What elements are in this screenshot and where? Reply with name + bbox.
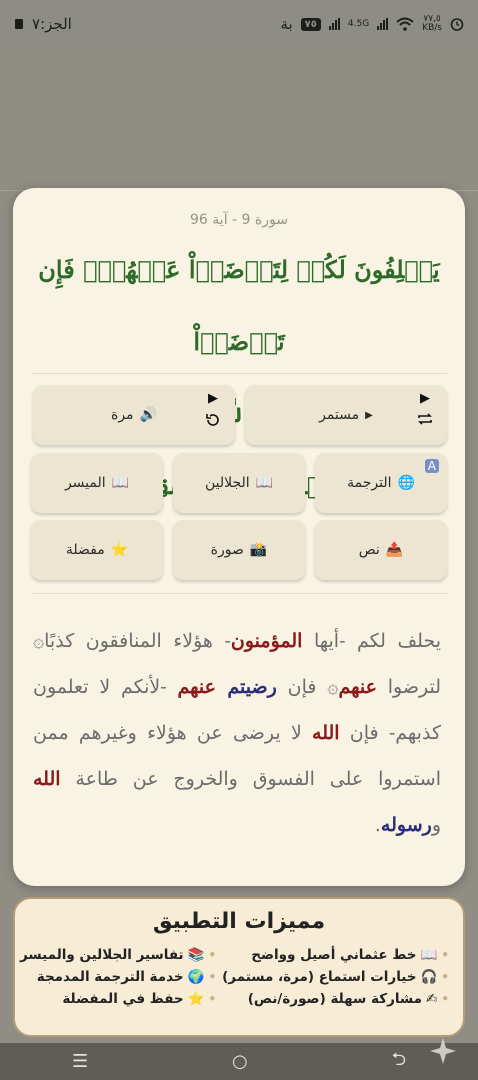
feature-text: حفظ في المفضلة [62,991,184,1007]
app-features-panel: مميزات التطبيق • 📖 خط عثماني أصيل وواضح • 📚… [13,897,465,1037]
ayah-reference: سورة 9 - آية 96 [190,212,288,228]
camera-icon: 📸 [249,542,268,558]
navigation-bar: ☰ ○ ⮌ [0,1043,478,1080]
back-icon[interactable]: ⮌ [392,1047,406,1077]
network-type: 4.5G [347,18,370,29]
continuous-controls: ▶ [417,391,433,426]
left-edge-text: بة [280,15,293,33]
tafsir-text: يحلف لكم -أيها المؤمنون- هؤلاء المنافقون… [33,618,441,848]
outbox-icon: 📤 [385,542,404,558]
feature-text: خدمة الترجمة المدمجة [36,969,184,985]
feature-item: • ⭐ حفظ في المفضلة [20,991,216,1007]
bullet-icon: • [441,948,449,962]
text-label: نص [358,542,380,558]
writing-hand-icon: ✍ [426,991,438,1007]
status-right: الجز:٧ [14,15,72,33]
status-left: بة ٧٥ 4.5G ٧٧,٥ KB/s [280,15,464,33]
translation-button[interactable]: A 🌐 الترجمة [315,453,447,513]
feature-item: • 🎧 خيارات استماع (مرة، مستمر) [222,969,449,985]
feature-item: • 📖 خط عثماني أصيل وواضح [222,947,449,963]
notification-icon [15,19,23,29]
tafsir-highlight: الله [312,722,340,744]
feature-text: خيارات استماع (مرة، مستمر) [222,969,417,985]
feature-item: • 🌍 خدمة الترجمة المدمجة [20,969,216,985]
alarm-icon [450,18,464,31]
play-continuous-button[interactable]: ▶ ▶ مستمر [245,385,447,445]
recent-apps-icon[interactable]: ☰ [72,1051,88,1072]
globe-icon: 🌐 [397,475,415,491]
translate-icon: A [424,459,439,473]
favorite-button[interactable]: ⭐ مفضلة [31,520,163,580]
tafsir-highlight: عنهم [177,676,216,698]
divider-bottom [31,593,447,594]
feature-item: • ✍ مشاركة سهلة (صورة/نص) [222,991,449,1007]
status-bar: بة ٧٥ 4.5G ٧٧,٥ KB/s الجز:٧ [0,0,478,48]
books-icon: 📚 [187,947,205,963]
signal-icon-2 [377,18,389,30]
feature-text: مشاركة سهلة (صورة/نص) [247,991,423,1007]
bullet-icon: • [208,970,217,984]
tafsir-highlight: عنهم [338,676,377,698]
bullet-icon: • [441,992,449,1006]
bullet-icon: • [208,992,217,1006]
network-speed: ٧٧,٥ KB/s [422,15,442,33]
image-label: صورة [210,542,244,558]
muyassar-label: الميسر [64,475,106,491]
play-once-button[interactable]: ▶ 🔊 مرة [33,385,235,445]
translation-label: الترجمة [347,475,392,491]
signal-icon [328,18,340,30]
share-text-button[interactable]: 📤 نص [315,520,447,580]
tafsir-highlight: رضيتم [215,676,277,698]
tafsir-segment: - هؤلاء المنافقون كذبًا [44,630,231,652]
divider-top [31,373,447,374]
tafsir-highlight: المؤمنون [230,630,303,652]
feature-item: • 📚 تفاسير الجلالين والميسر [20,947,216,963]
feature-text: تفاسير الجلالين والميسر [20,947,184,963]
favorite-label: مفضلة [65,542,105,558]
once-label: مرة [111,407,134,423]
features-title: مميزات التطبيق [152,909,326,934]
battery-icon: ٧٥ [300,17,321,31]
bullet-icon: • [441,970,449,984]
home-icon[interactable]: ○ [232,1051,248,1072]
continuous-label: مستمر [319,407,360,423]
tafsir-segment: و [431,814,441,836]
tafsir-highlight: رسوله [380,814,432,836]
tafsir-segment: يحلف لكم -أيها [302,630,441,652]
tafsir-segment: ۞ فإن [276,676,339,698]
ayah-line-1: يَحۡلِفُونَ لَكُمۡ لِتَرۡضَوۡاْ عَنۡهُمۡ… [38,255,440,356]
juz-label: الجز:٧ [32,15,72,33]
book-icon: 📖 [111,475,130,491]
book-icon: 📖 [255,475,274,491]
star-icon: ⭐ [110,542,129,558]
tafsir-highlight: الله [33,768,61,790]
speaker-icon: 🔊 [139,407,157,423]
small-play-icon: ▶ [365,409,373,421]
speed-unit: KB/s [422,23,442,33]
jalalayn-label: الجلالين [204,475,250,491]
star-icon: ⭐ [187,991,205,1007]
ayah-card: سورة 9 - آية 96 يَحۡلِفُونَ لَكُمۡ لِتَر… [13,188,465,886]
sparkle-icon [430,1038,456,1064]
bullet-icon: • [208,948,217,962]
wifi-icon [396,17,414,31]
muyassar-button[interactable]: 📖 الميسر [31,453,163,513]
feature-text: خط عثماني أصيل وواضح [251,947,417,963]
once-controls: ▶ [205,391,221,428]
replay-icon [206,414,219,426]
repeat-icon [418,413,432,425]
features-list: • 📖 خط عثماني أصيل وواضح • 📚 تفاسير الجلالين… [20,947,449,1007]
jalalayn-button[interactable]: 📖 الجلالين [173,453,305,513]
headphones-icon: 🎧 [420,969,438,985]
globe-icon: 🌍 [187,969,205,985]
play-icon: ▶ [420,391,430,406]
book-icon: 📖 [420,947,438,963]
play-icon: ▶ [208,391,218,406]
share-image-button[interactable]: 📸 صورة [173,520,305,580]
